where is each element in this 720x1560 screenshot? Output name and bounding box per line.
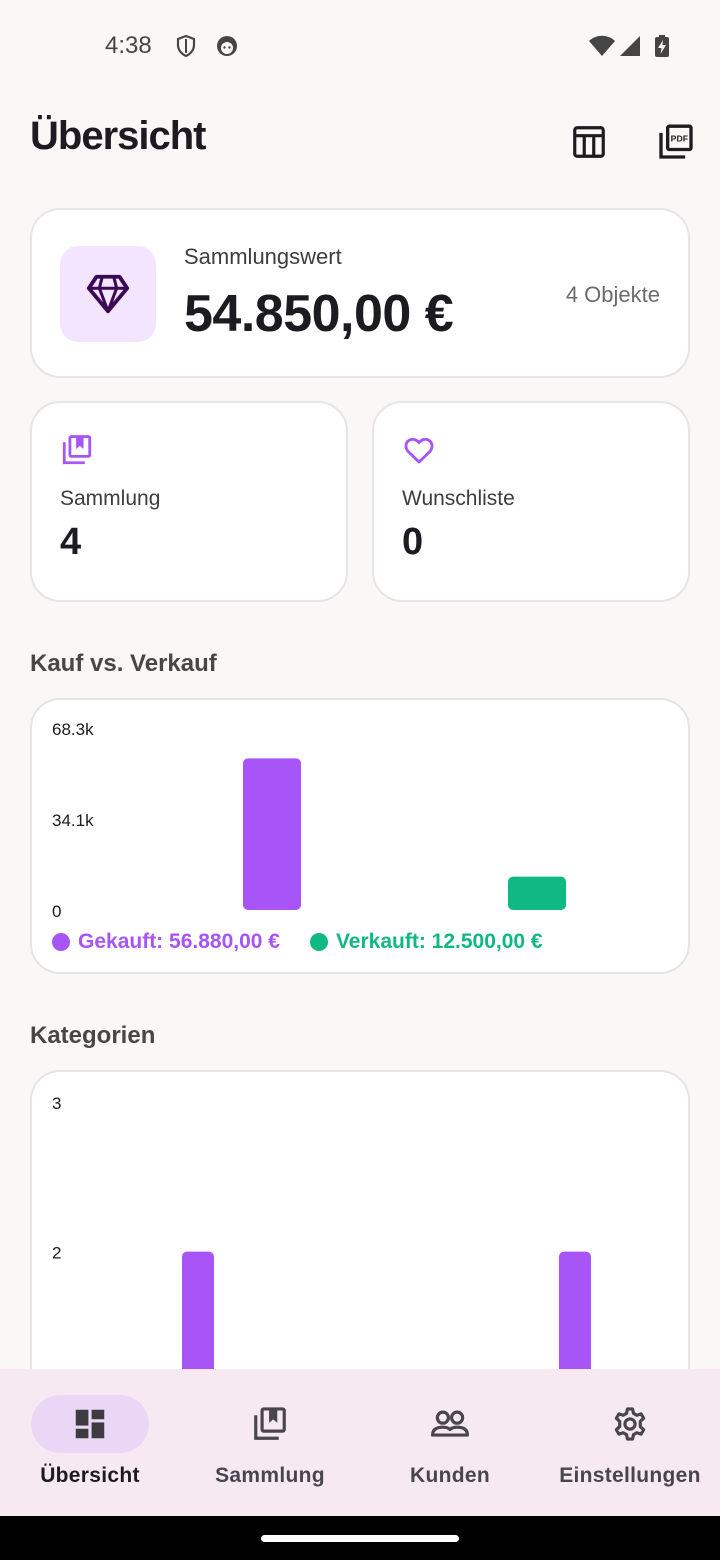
bar-1 [243, 758, 301, 910]
table-icon [573, 126, 605, 158]
chart-legend: Gekauft: 56.880,00 € Verkauft: 12.500,00… [52, 930, 543, 954]
collection-stat-card[interactable]: Sammlung 4 [30, 401, 348, 602]
collection-stat-label: Sammlung [60, 487, 161, 510]
pdf-icon: PDF [659, 124, 693, 159]
purchase-vs-sale-chart: 0 34.1k 68.3k [52, 720, 566, 921]
legend-label-bought: Gekauft: 56.880,00 € [78, 930, 280, 953]
people-icon [431, 1410, 469, 1437]
y-tick-label: 0 [52, 902, 61, 921]
bottom-navigation: Übersicht Sammlung Kunden Einstellungen [0, 1369, 720, 1516]
nav-item-overview[interactable]: Übersicht [0, 1369, 180, 1516]
legend-dot-bought [52, 933, 70, 951]
heart-icon [404, 437, 434, 464]
legend-item-bought: Gekauft: 56.880,00 € [52, 930, 280, 954]
home-gesture-bar[interactable] [261, 1535, 459, 1542]
categories-title: Kategorien [30, 1022, 156, 1049]
battery-icon [655, 35, 669, 57]
table-view-button[interactable] [567, 120, 611, 164]
collection-value-label: Sammlungswert [184, 244, 342, 269]
purchase-vs-sale-title: Kauf vs. Verkauf [30, 650, 217, 677]
legend-label-sold: Verkauft: 12.500,00 € [335, 930, 543, 953]
object-count: 4 Objekte [565, 282, 660, 307]
y-tick-label: 2 [52, 1244, 61, 1263]
bar-2 [508, 876, 566, 910]
wishlist-stat-label: Wunschliste [402, 487, 515, 510]
shield-icon [176, 34, 196, 58]
dashboard-icon [75, 1409, 105, 1439]
y-tick-label: 3 [52, 1094, 61, 1113]
collection-stat-value: 4 [60, 521, 82, 563]
nav-label-settings: Einstellungen [559, 1464, 701, 1487]
y-tick-label: 68.3k [52, 720, 94, 739]
collection-value-amount: 54.850,00 € [184, 285, 454, 343]
wifi-icon [589, 35, 615, 56]
nav-label-collection: Sammlung [215, 1464, 325, 1487]
nav-label-overview: Übersicht [40, 1464, 140, 1487]
wishlist-stat-value: 0 [402, 521, 424, 563]
legend-dot-sold [309, 933, 328, 951]
nav-item-collection[interactable]: Sammlung [180, 1369, 360, 1516]
legend-item-sold: Verkauft: 12.500,00 € [309, 930, 543, 954]
bookmarks-icon [254, 1407, 286, 1440]
nav-item-customers[interactable]: Kunden [360, 1369, 540, 1516]
wishlist-stat-card[interactable]: Wunschliste 0 [372, 401, 690, 602]
gear-icon [614, 1407, 646, 1441]
svg-text:PDF: PDF [671, 134, 688, 144]
collection-value-card[interactable]: Sammlungswert 54.850,00 € 4 Objekte [30, 208, 690, 378]
nav-label-customers: Kunden [410, 1464, 490, 1487]
y-tick-label: 34.1k [52, 811, 94, 830]
diamond-icon [86, 274, 130, 314]
face-icon [217, 36, 237, 56]
status-time: 4:38 [105, 32, 152, 59]
gem-icon-box [60, 246, 156, 342]
nav-item-settings[interactable]: Einstellungen [540, 1369, 720, 1516]
purchase-vs-sale-card: 0 34.1k 68.3k Gekauft: 56.880,00 € Verkauf… [30, 698, 690, 974]
page-title: Übersicht [30, 114, 206, 158]
export-pdf-button[interactable]: PDF [654, 120, 698, 164]
bookmarks-icon [62, 435, 92, 465]
signal-icon [620, 36, 640, 56]
